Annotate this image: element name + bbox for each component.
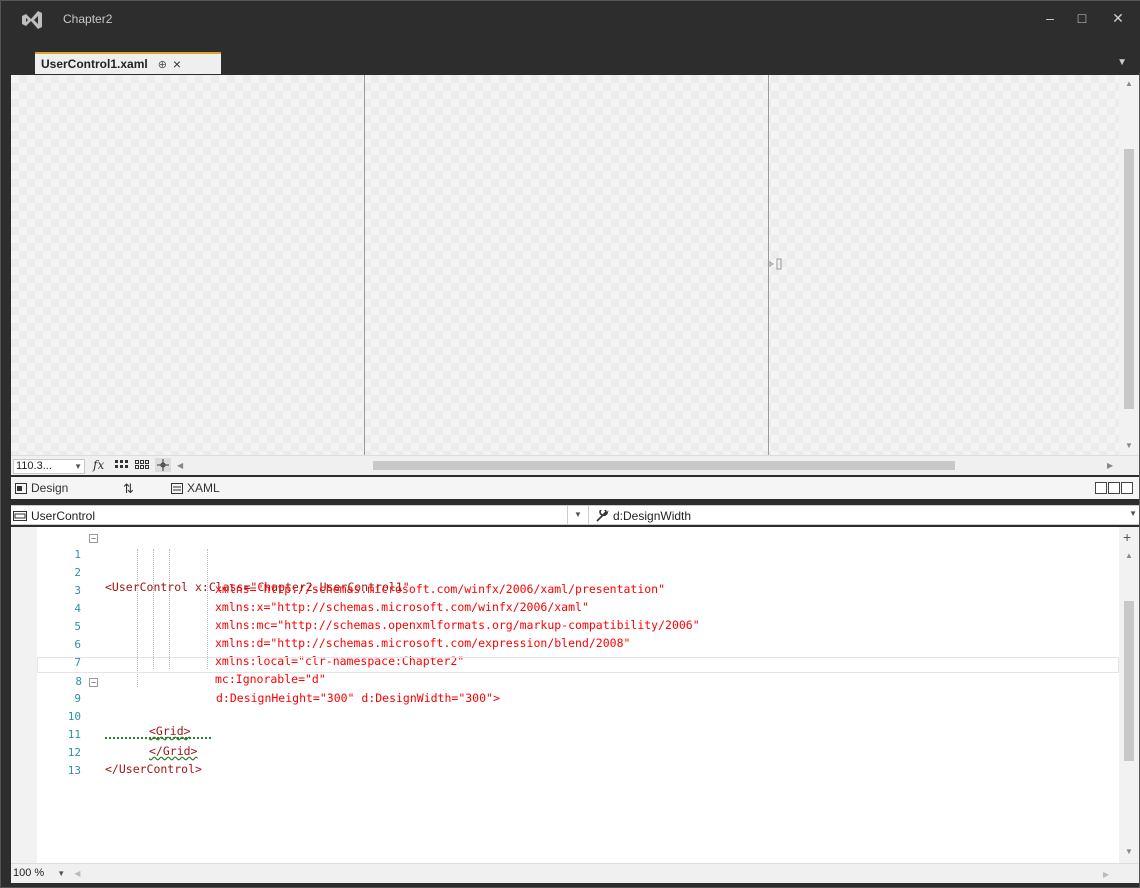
designer-vertical-scrollbar[interactable]: ▲ ▼ [1119, 75, 1139, 455]
code-text: </UserControl> [105, 762, 202, 776]
code-line-12[interactable]: 12 </UserControl> [37, 729, 1119, 776]
scroll-up-icon[interactable]: ▲ [1125, 551, 1133, 560]
code-line-13[interactable]: 13 [37, 747, 1119, 777]
wrench-icon [596, 510, 609, 522]
tab-design[interactable]: Design [15, 481, 68, 495]
scroll-thumb[interactable] [1124, 601, 1134, 761]
zoom-value: 110.3... [16, 460, 52, 472]
xaml-navigation-bar: UserControl ▼ d:DesignWidth ▼ [11, 505, 1139, 525]
designer-zoom-select[interactable]: 110.3... ▼ [13, 459, 85, 474]
split-view-tabs: Design ⇅ XAML [11, 477, 1139, 499]
element-dropdown-button[interactable]: ▼ [567, 506, 589, 524]
code-line-5[interactable]: 5 xmlns:d="http://schemas.microsoft.com/… [37, 603, 1119, 650]
chevron-down-icon: ▼ [74, 462, 82, 471]
split-editor-icon[interactable]: + [1123, 529, 1131, 545]
tab-xaml-label: XAML [187, 481, 220, 495]
code-line-8-current[interactable]: 8 d:DesignHeight="300" d:DesignWidth="30… [37, 657, 1119, 705]
code-line-10[interactable]: 10 [37, 693, 1119, 739]
scroll-down-icon[interactable]: ▼ [1125, 847, 1133, 856]
swap-panes-icon[interactable]: ⇅ [123, 481, 134, 497]
document-tab-row: UserControl1.xaml ⊕ × ▼ [1, 49, 1140, 74]
collapse-icon[interactable]: − [89, 534, 98, 543]
code-line-7[interactable]: 7 mc:Ignorable="d" [37, 639, 1119, 686]
xaml-code-editor[interactable]: 1 − <UserControl x:Class="Chapter2.UserC… [11, 527, 1119, 863]
visual-studio-logo-icon [22, 11, 42, 29]
scroll-left-icon[interactable]: ◀ [177, 461, 183, 470]
code-line-11[interactable]: 11 </Grid> [37, 711, 1119, 758]
scroll-left-icon[interactable]: ◀ [74, 869, 80, 878]
editor-left-margin [11, 527, 37, 863]
pin-icon[interactable]: ⊕ [158, 58, 167, 71]
close-tab-icon[interactable]: × [173, 56, 181, 72]
horizontal-split-icon[interactable] [1108, 482, 1120, 494]
design-surface[interactable] [11, 75, 1119, 455]
scroll-right-icon[interactable]: ▶ [1103, 870, 1109, 879]
code-line-1[interactable]: 1 − <UserControl x:Class="Chapter2.UserC… [37, 531, 1119, 594]
horizontal-scroll-thumb[interactable] [373, 461, 955, 470]
tab-label: UserControl1.xaml [41, 57, 148, 71]
grid-boundary-left [364, 75, 365, 455]
collapse-pane-icon[interactable] [1121, 482, 1133, 494]
code-line-4[interactable]: 4 xmlns:mc="http://schemas.openxmlformat… [37, 585, 1119, 632]
designer-toolbar: 110.3... ▼ fx ◀ ▶ [11, 455, 1139, 475]
design-icon [15, 482, 27, 494]
code-line-9[interactable]: 9 − <Grid> [37, 675, 1119, 738]
scroll-down-icon[interactable]: ▼ [1125, 441, 1133, 450]
member-dropdown-icon[interactable]: ▼ [1129, 509, 1137, 518]
scroll-up-icon[interactable]: ▲ [1125, 79, 1133, 88]
editor-zoom-select[interactable]: 100 % ▼ ◀ [13, 867, 83, 882]
tab-design-label: Design [31, 481, 69, 495]
window-title: Chapter2 [63, 12, 113, 26]
member-selector-value: d:DesignWidth [613, 509, 692, 523]
code-line-3[interactable]: 3 xmlns:x="http://schemas.microsoft.com/… [37, 567, 1119, 614]
scroll-right-icon[interactable]: ▶ [1107, 461, 1113, 470]
code-line-6[interactable]: 6 xmlns:local="clr-namespace:Chapter2" [37, 621, 1119, 668]
grid-view-icon[interactable] [115, 460, 129, 470]
member-selector[interactable]: d:DesignWidth [595, 509, 691, 523]
chevron-down-icon: ▼ [57, 869, 66, 878]
scroll-thumb[interactable] [1124, 149, 1134, 409]
tab-dropdown-icon[interactable]: ▼ [1117, 57, 1127, 68]
title-bar: Chapter2 – □ ✕ [1, 1, 1140, 49]
editor-vertical-scrollbar[interactable]: + ▲ ▼ [1119, 527, 1139, 863]
fx-icon[interactable]: fx [93, 458, 104, 472]
minimize-button[interactable]: – [1037, 7, 1063, 29]
vertical-split-icon[interactable] [1095, 482, 1107, 494]
element-selector-value: UserControl [31, 509, 96, 523]
line-number: 13 [67, 764, 81, 777]
editor-zoom-value: 100 % [13, 867, 45, 879]
resize-adorner-icon[interactable] [769, 258, 783, 270]
maximize-button[interactable]: □ [1069, 7, 1095, 29]
tab-xaml[interactable]: XAML [171, 481, 220, 495]
xaml-icon [171, 482, 183, 494]
editor-status-bar: 100 % ▼ ◀ ▶ [11, 863, 1139, 883]
pane-layout-buttons [1095, 482, 1133, 494]
close-window-button[interactable]: ✕ [1105, 7, 1131, 29]
ide-window: Chapter2 – □ ✕ UserControl1.xaml ⊕ × ▼ ▲… [0, 0, 1140, 888]
collapse-icon[interactable]: − [89, 678, 98, 687]
snap-to-lines-icon[interactable] [155, 458, 171, 472]
element-selector[interactable]: UserControl [13, 509, 95, 523]
usercontrol-icon [13, 511, 27, 521]
snap-gridlines-icon[interactable] [135, 460, 149, 470]
tab-usercontrol1-xaml[interactable]: UserControl1.xaml ⊕ × [35, 52, 221, 74]
code-line-2[interactable]: 2 xmlns="http://schemas.microsoft.com/wi… [37, 549, 1119, 596]
